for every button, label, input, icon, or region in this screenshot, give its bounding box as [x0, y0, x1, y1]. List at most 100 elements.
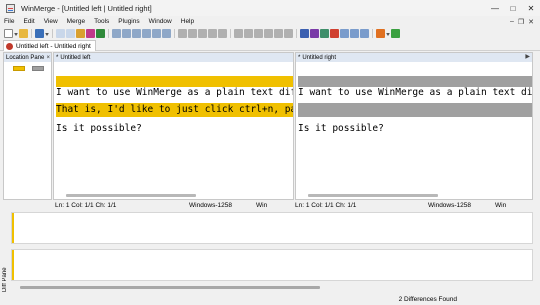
right-horizontal-scrollbar[interactable] — [308, 194, 438, 197]
copy-right-icon[interactable] — [234, 28, 243, 38]
copy-left-icon[interactable] — [244, 28, 253, 38]
copy-left-advance-icon[interactable] — [264, 28, 273, 38]
maximize-button[interactable]: □ — [504, 0, 522, 16]
close-icon[interactable]: × — [46, 55, 50, 61]
swap-icon[interactable] — [300, 28, 309, 38]
chevron-down-icon[interactable] — [45, 32, 49, 36]
left-eol: Win — [256, 201, 268, 209]
menu-plugins[interactable]: Plugins — [115, 18, 145, 25]
right-eol: Win — [495, 201, 507, 209]
chevron-down-icon[interactable] — [386, 32, 390, 36]
toolbar — [0, 27, 540, 39]
winmerge-app-icon — [6, 3, 15, 13]
menu-file[interactable]: File — [4, 18, 20, 25]
last-diff-icon[interactable] — [208, 28, 217, 38]
menu-view[interactable]: View — [41, 18, 64, 25]
tab-untitled-compare[interactable]: Untitled left - Untitled right — [3, 40, 96, 51]
location-marker-right — [32, 66, 44, 71]
plugin-icon[interactable] — [391, 28, 400, 38]
diff-pane-top[interactable] — [11, 212, 533, 244]
minimize-button[interactable]: — — [486, 0, 504, 16]
diff-marker — [12, 213, 14, 243]
open-icon[interactable] — [19, 28, 28, 38]
status-bar: 2 Differences Found — [0, 294, 540, 305]
left-line-3[interactable]: I want to use WinMerge as a plain text d… — [56, 87, 293, 99]
right-line-1[interactable] — [298, 64, 532, 76]
left-encoding: Windows-1258 — [189, 201, 232, 209]
diff-marker — [12, 250, 14, 280]
copy-all-right-icon[interactable] — [274, 28, 283, 38]
tab-label: Untitled left - Untitled right — [16, 42, 91, 50]
close-button[interactable]: ✕ — [522, 0, 540, 16]
right-line-4-diff[interactable] — [298, 103, 532, 117]
window-controls: — □ ✕ — [486, 0, 540, 16]
left-line-4-diff[interactable]: That is, I'd like to just click ctrl+n, … — [56, 103, 293, 117]
mdi-close-button[interactable]: ✕ — [528, 18, 534, 26]
zoom-icon[interactable] — [340, 28, 349, 38]
view-icon[interactable] — [360, 28, 369, 38]
right-file-pane[interactable]: * Untitled right ▶ I want to use WinMerg… — [295, 52, 533, 200]
redo-icon[interactable] — [66, 28, 75, 38]
location-pane-label: Location Pane — [6, 54, 45, 61]
merge-icon[interactable] — [310, 28, 319, 38]
right-cursor-position: Ln: 1 Col: 1/1 Ch: 1/1 — [295, 201, 357, 209]
differences-count: 2 Differences Found — [398, 296, 457, 303]
modified-indicator: * — [298, 54, 301, 61]
document-tab-strip: Untitled left - Untitled right — [0, 39, 540, 51]
left-line-2-diff[interactable] — [56, 76, 293, 87]
chevron-right-icon[interactable]: ▶ — [525, 53, 530, 60]
right-line-5[interactable]: Is it possible? — [298, 123, 532, 135]
new-icon[interactable] — [4, 28, 13, 38]
left-line-1[interactable] — [56, 64, 293, 76]
menu-merge[interactable]: Merge — [64, 18, 91, 25]
filter-icon[interactable] — [162, 28, 171, 38]
report-icon[interactable] — [330, 28, 339, 38]
filter-icon[interactable] — [112, 28, 121, 38]
mdi-minimize-button[interactable]: – — [510, 18, 514, 25]
right-line-2-diff[interactable] — [298, 76, 532, 87]
next-diff-icon[interactable] — [198, 28, 207, 38]
color-scheme-icon[interactable] — [376, 28, 385, 38]
menu-window[interactable]: Window — [146, 18, 178, 25]
filter-icon[interactable] — [122, 28, 131, 38]
right-line-3[interactable]: I want to use WinMerge as a plain text d… — [298, 87, 532, 99]
compare-icon[interactable] — [96, 28, 105, 38]
location-pane-title: Location Pane × — [4, 53, 51, 62]
prev-diff-icon[interactable] — [188, 28, 197, 38]
left-pane-header: * Untitled left — [54, 53, 293, 62]
right-pane-header: * Untitled right ▶ — [296, 53, 532, 62]
left-file-pane[interactable]: * Untitled left I want to use WinMerge a… — [53, 52, 294, 200]
filter-icon[interactable] — [132, 28, 141, 38]
left-pane-title: Untitled left — [60, 54, 91, 61]
window-title: WinMerge - [Untitled left | Untitled rig… — [21, 3, 152, 13]
copy-right-advance-icon[interactable] — [254, 28, 263, 38]
menu-edit[interactable]: Edit — [20, 18, 40, 25]
menu-bar: File Edit View Merge Tools Plugins Windo… — [0, 16, 540, 27]
menu-tools[interactable]: Tools — [91, 18, 115, 25]
mdi-restore-button[interactable]: ❐ — [518, 18, 524, 26]
left-horizontal-scrollbar[interactable] — [66, 194, 196, 197]
save-icon[interactable] — [35, 28, 44, 38]
compare-document-icon — [6, 42, 13, 50]
right-encoding: Windows-1258 — [428, 201, 471, 209]
filter-icon[interactable] — [142, 28, 151, 38]
right-pane-title: Untitled right — [302, 54, 337, 61]
filter-icon[interactable] — [152, 28, 161, 38]
menu-help[interactable]: Help — [178, 18, 200, 25]
location-pane[interactable]: Location Pane × — [3, 52, 52, 200]
location-marker-left — [13, 66, 25, 71]
diff-pane-scrollbar[interactable] — [20, 286, 320, 289]
chevron-down-icon[interactable] — [14, 32, 18, 36]
diff-icon[interactable] — [320, 28, 329, 38]
first-diff-icon[interactable] — [178, 28, 187, 38]
left-pane-status: Ln: 1 Col: 1/1 Ch: 1/1 Windows-1258 Win — [53, 200, 294, 210]
options-icon[interactable] — [86, 28, 95, 38]
current-diff-icon[interactable] — [218, 28, 227, 38]
modified-indicator: * — [56, 54, 59, 61]
split-icon[interactable] — [350, 28, 359, 38]
refresh-icon[interactable] — [76, 28, 85, 38]
undo-icon[interactable] — [56, 28, 65, 38]
copy-all-left-icon[interactable] — [284, 28, 293, 38]
diff-pane-bottom[interactable] — [11, 249, 533, 281]
left-line-5[interactable]: Is it possible? — [56, 123, 293, 135]
